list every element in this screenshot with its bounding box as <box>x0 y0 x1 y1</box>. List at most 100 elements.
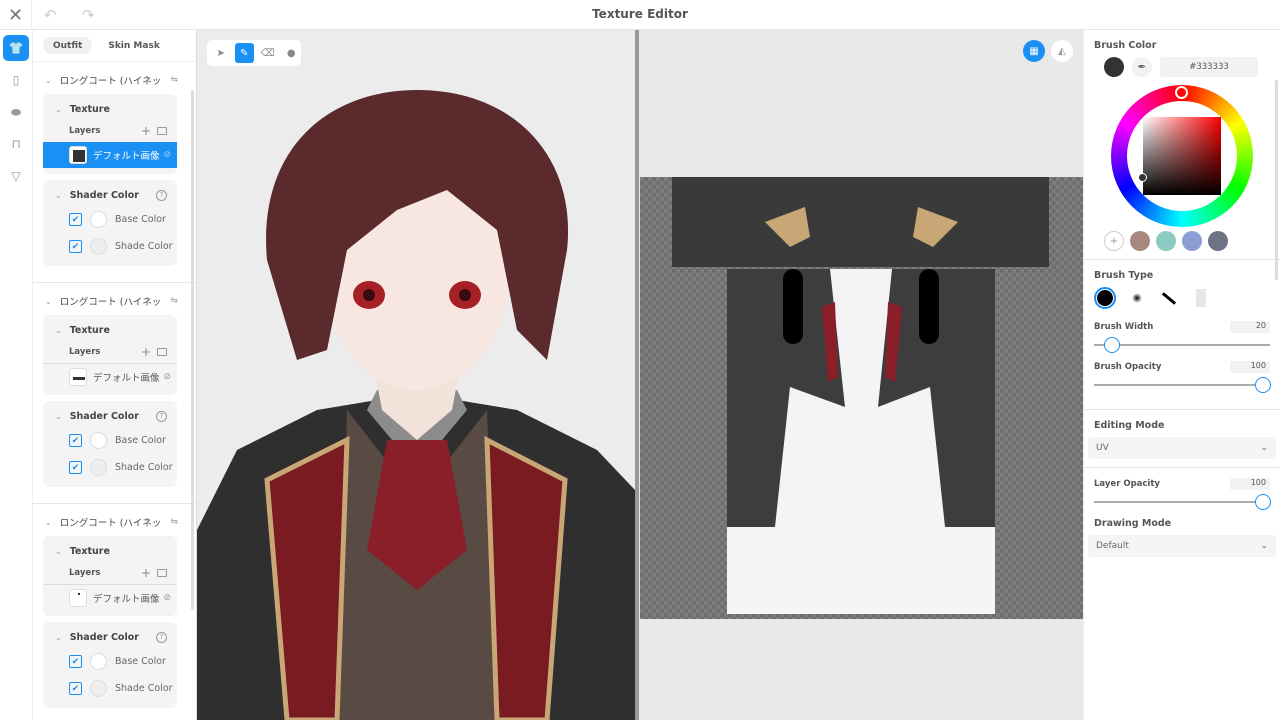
shade-color-checkbox[interactable]: ✔ <box>69 240 82 253</box>
editing-mode-value: UV <box>1096 443 1109 453</box>
brush-tool-icon[interactable]: ✎ <box>234 43 254 63</box>
layer-opacity-value[interactable]: 100 <box>1230 478 1270 490</box>
shade-color-checkbox[interactable]: ✔ <box>69 461 82 474</box>
group-title: ロングコート (ハイネッ <box>59 76 162 87</box>
help-icon[interactable]: ? <box>156 410 167 422</box>
add-layer-icon[interactable]: + <box>141 124 151 138</box>
brush-width-slider[interactable] <box>1094 337 1270 353</box>
brush-width-label: Brush Width <box>1094 322 1154 332</box>
base-color-checkbox[interactable]: ✔ <box>69 434 82 447</box>
group-header[interactable]: ⌄ ロングコート (ハイネッ ⇋ <box>33 66 196 94</box>
base-color-swatch[interactable] <box>90 211 107 228</box>
soft-brush-icon[interactable] <box>1126 287 1148 309</box>
texture-label: Texture <box>69 103 110 115</box>
chevron-down-icon: ⌄ <box>45 296 52 306</box>
texture-brush-icon[interactable] <box>1190 287 1212 309</box>
editing-mode-select[interactable]: UV ⌄ <box>1088 437 1276 459</box>
help-icon[interactable]: ? <box>156 631 167 643</box>
eye-hidden-icon[interactable]: ⊘ <box>163 593 171 603</box>
base-color-swatch[interactable] <box>90 653 107 670</box>
chevron-down-icon[interactable]: ⌄ <box>55 633 62 642</box>
panel-scrollbar[interactable] <box>1275 80 1278 280</box>
line-brush-icon[interactable] <box>1158 287 1180 309</box>
shade-color-checkbox[interactable]: ✔ <box>69 682 82 695</box>
brush-opacity-slider[interactable] <box>1094 377 1271 393</box>
base-color-swatch[interactable] <box>90 432 107 449</box>
uv-viewport[interactable]: ▦ ◭ <box>639 30 1083 720</box>
chevron-down-icon[interactable]: ⌄ <box>55 326 62 335</box>
adjust-icon[interactable]: ⇋ <box>170 296 178 306</box>
color-preset[interactable] <box>1182 231 1202 251</box>
hue-handle[interactable] <box>1175 86 1188 99</box>
chevron-down-icon[interactable]: ⌄ <box>55 412 62 421</box>
group-title: ロングコート (ハイネッ <box>59 297 162 308</box>
shoe-icon[interactable]: ⬬ <box>3 99 29 125</box>
shade-color-label: Shade Color <box>115 462 173 473</box>
shade-color-swatch[interactable] <box>90 459 107 476</box>
hard-brush-icon[interactable] <box>1094 287 1116 309</box>
layer-section: Layer Opacity 100 Drawing Mode Default ⌄ <box>1084 468 1280 565</box>
grid-toggle-icon[interactable]: ▦ <box>1023 40 1045 62</box>
color-preset[interactable] <box>1208 231 1228 251</box>
pants-icon[interactable]: ▯ <box>3 67 29 93</box>
underwear-icon[interactable]: ▽ <box>3 163 29 189</box>
drawing-mode-select[interactable]: Default ⌄ <box>1088 535 1276 557</box>
layer-item[interactable]: デフォルト画像 ⊘ <box>43 584 177 610</box>
add-image-icon[interactable] <box>157 127 167 135</box>
model-viewport[interactable]: ➤ ✎ ⌫ ● <box>197 30 635 720</box>
chevron-down-icon[interactable]: ⌄ <box>55 191 62 200</box>
shader-label: Shader Color <box>69 410 139 422</box>
add-preset-icon[interactable]: + <box>1104 231 1124 251</box>
add-layer-icon[interactable]: + <box>141 566 151 580</box>
select-tool-icon[interactable]: ➤ <box>211 43 231 63</box>
adjust-icon[interactable]: ⇋ <box>170 517 178 527</box>
fill-tool-icon[interactable]: ● <box>282 43 302 63</box>
brush-width-value[interactable]: 20 <box>1230 321 1270 333</box>
eye-hidden-icon[interactable]: ⊘ <box>163 150 171 160</box>
layer-opacity-slider[interactable] <box>1094 494 1271 510</box>
tab-outfit[interactable]: Outfit <box>43 37 93 54</box>
tab-skin-mask[interactable]: Skin Mask <box>98 37 169 54</box>
group-header[interactable]: ⌄ ロングコート (ハイネッ ⇋ <box>33 287 196 315</box>
chevron-down-icon[interactable]: ⌄ <box>55 547 62 556</box>
eraser-tool-icon[interactable]: ⌫ <box>258 43 278 63</box>
sidebar-scrollbar[interactable] <box>191 90 194 610</box>
outfit-group: ⌄ ロングコート (ハイネッ ⇋ ⌄ Texture Layers + デフォルト画像 ⊘… <box>33 504 196 720</box>
layer-item[interactable]: デフォルト画像 ⊘ <box>43 363 177 389</box>
current-color-swatch[interactable] <box>1104 57 1124 77</box>
brush-opacity-value[interactable]: 100 <box>1230 361 1270 373</box>
help-icon[interactable]: ? <box>156 189 167 201</box>
eye-hidden-icon[interactable]: ⊘ <box>163 372 171 382</box>
sv-handle[interactable] <box>1138 173 1147 182</box>
layer-name: デフォルト画像 <box>93 372 160 384</box>
outfit-group: ⌄ ロングコート (ハイネッ ⇋ ⌄ Texture Layers + デフォルト画像 ⊘… <box>33 283 196 504</box>
shirt-icon[interactable]: 👕 <box>3 35 29 61</box>
adjust-icon[interactable]: ⇋ <box>170 75 178 85</box>
chevron-down-icon: ⌄ <box>45 517 52 527</box>
mirror-toggle-icon[interactable]: ◭ <box>1051 40 1073 62</box>
base-color-checkbox[interactable]: ✔ <box>69 655 82 668</box>
base-color-checkbox[interactable]: ✔ <box>69 213 82 226</box>
saturation-value-square[interactable] <box>1143 117 1221 195</box>
layer-item[interactable]: デフォルト画像 ⊘ <box>43 142 177 168</box>
tanktop-icon[interactable]: ⊓ <box>3 131 29 157</box>
shade-color-swatch[interactable] <box>90 680 107 697</box>
add-image-icon[interactable] <box>157 348 167 356</box>
brush-opacity-label: Brush Opacity <box>1094 362 1162 372</box>
shader-label: Shader Color <box>69 631 139 643</box>
shader-card: ⌄ Shader Color? ✔ Base Color ✔ Shade Color <box>43 622 177 708</box>
add-layer-icon[interactable]: + <box>141 345 151 359</box>
chevron-down-icon[interactable]: ⌄ <box>55 105 62 114</box>
color-preset[interactable] <box>1130 231 1150 251</box>
avatar-preview <box>197 90 635 720</box>
brush-color-section: Brush Color ✒ #333333 + <box>1084 30 1280 260</box>
add-image-icon[interactable] <box>157 569 167 577</box>
base-color-label: Base Color <box>115 214 166 225</box>
uv-texture-canvas[interactable] <box>640 177 1083 619</box>
group-header[interactable]: ⌄ ロングコート (ハイネッ ⇋ <box>33 508 196 536</box>
color-wheel[interactable] <box>1111 85 1253 227</box>
shade-color-swatch[interactable] <box>90 238 107 255</box>
eyedropper-icon[interactable]: ✒ <box>1132 57 1152 77</box>
hex-input[interactable]: #333333 <box>1160 57 1258 77</box>
color-preset[interactable] <box>1156 231 1176 251</box>
